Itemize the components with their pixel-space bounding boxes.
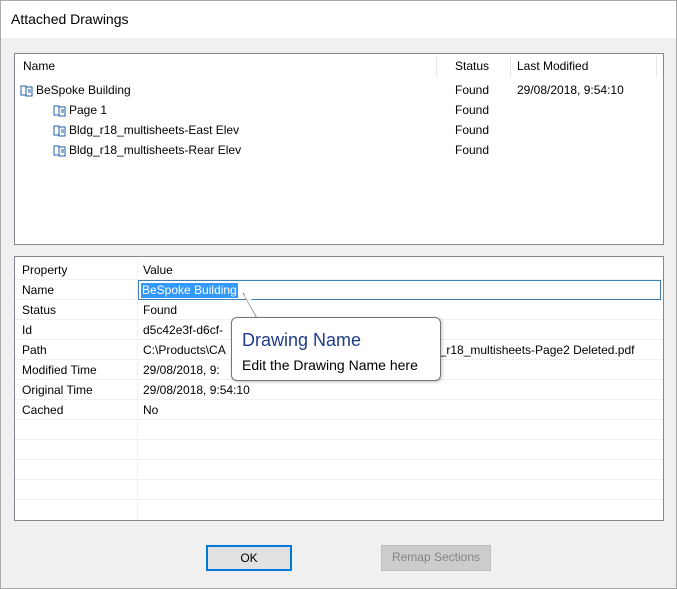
property-row-cached[interactable]: Cached No [15, 400, 663, 420]
property-grid-header: Property Value [15, 260, 663, 280]
tooltip-body: Edit the Drawing Name here [242, 357, 418, 373]
column-header-last-modified[interactable]: Last Modified [511, 54, 588, 79]
empty-row [15, 440, 663, 460]
drawing-last-modified: 29/08/2018, 9:54:10 [517, 83, 624, 97]
property-value: 29/08/2018, 9: [143, 363, 220, 377]
drawing-icon [53, 124, 66, 137]
drawing-name: Bldg_r18_multisheets-East Elev [69, 123, 240, 137]
remap-sections-button[interactable]: Remap Sections [381, 545, 491, 571]
column-separator[interactable] [656, 56, 657, 77]
drawing-icon [53, 104, 66, 117]
ok-button[interactable]: OK [206, 545, 292, 571]
drawing-name-tooltip: Drawing Name Edit the Drawing Name here [231, 317, 441, 381]
column-separator[interactable] [436, 56, 437, 77]
empty-row [15, 420, 663, 440]
property-label: Modified Time [22, 363, 97, 377]
drawing-row[interactable]: BeSpoke Building Found 29/08/2018, 9:54:… [15, 80, 663, 100]
property-value: 29/08/2018, 9:54:10 [143, 383, 250, 397]
drawings-list-header: Name Status Last Modified [15, 54, 663, 79]
drawing-status: Found [455, 143, 490, 157]
property-label: Cached [22, 403, 64, 417]
selected-text: BeSpoke Building [141, 283, 238, 298]
column-header-name[interactable]: Name [17, 54, 55, 79]
drawing-status: Found [455, 123, 490, 137]
attached-drawings-dialog: Attached Drawings Name Status Last Modif… [0, 0, 677, 589]
column-header-status[interactable]: Status [449, 54, 489, 79]
property-value: C:\Products\CA [143, 343, 226, 357]
drawing-name: Bldg_r18_multisheets-Rear Elev [69, 143, 242, 157]
property-value: d5c42e3f-d6cf- [143, 323, 224, 337]
title-bar: Attached Drawings [1, 1, 676, 38]
value-column-header: Value [143, 263, 173, 277]
property-label: Status [22, 303, 57, 317]
drawings-list[interactable]: Name Status Last Modified BeSpoke Buildi… [14, 53, 664, 245]
drawing-name: Page 1 [69, 103, 108, 117]
property-label: Original Time [22, 383, 93, 397]
property-column-header: Property [22, 263, 68, 277]
property-value-path-tail: g_r18_multisheets-Page2 Deleted.pdf [433, 343, 635, 357]
drawing-icon [53, 144, 66, 157]
drawing-status: Found [455, 103, 490, 117]
property-label: Id [22, 323, 33, 337]
drawing-name: BeSpoke Building [36, 83, 131, 97]
drawing-row[interactable]: Bldg_r18_multisheets-East Elev Found [15, 120, 663, 140]
property-value: No [143, 403, 159, 417]
property-label: Path [22, 343, 47, 357]
tooltip-pointer [242, 293, 275, 319]
drawing-row[interactable]: Bldg_r18_multisheets-Rear Elev Found [15, 140, 663, 160]
drawing-name-input[interactable]: BeSpoke Building [138, 280, 661, 300]
drawing-icon [20, 84, 33, 97]
dialog-title: Attached Drawings [11, 11, 129, 27]
empty-row [15, 480, 663, 500]
property-value: Found [143, 303, 178, 317]
tooltip-title: Drawing Name [242, 330, 362, 350]
property-label: Name [22, 283, 55, 297]
property-grid[interactable]: Property Value Name BeSpoke Building Sta… [14, 256, 664, 521]
drawing-row[interactable]: Page 1 Found [15, 100, 663, 120]
property-row-original-time[interactable]: Original Time 29/08/2018, 9:54:10 [15, 380, 663, 400]
drawing-status: Found [455, 83, 490, 97]
empty-row [15, 460, 663, 480]
